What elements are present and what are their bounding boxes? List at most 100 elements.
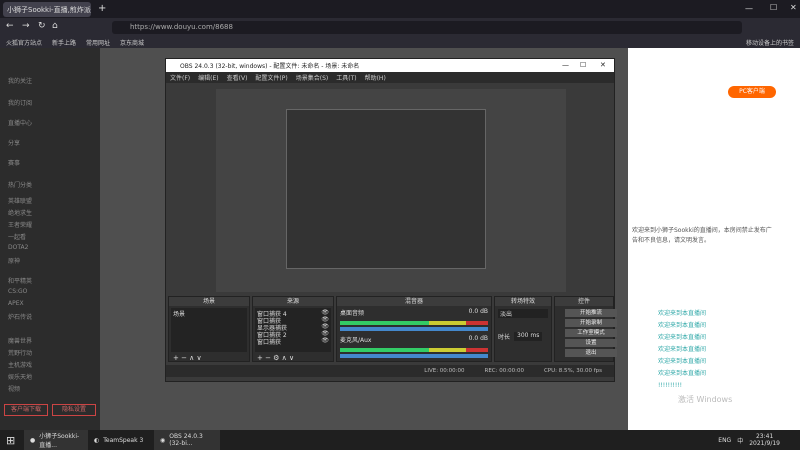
source-item[interactable]: 显示器捕获 👁 — [255, 322, 331, 332]
clock[interactable]: 23:41 2021/9/19 — [749, 433, 780, 447]
settings-button[interactable]: 设置 — [565, 339, 617, 347]
reload-icon[interactable]: ↻ — [38, 21, 46, 31]
obs-maximize-icon[interactable]: ☐ — [580, 61, 586, 69]
sidebar-item[interactable]: 娱乐天地 — [8, 372, 32, 381]
scene-item[interactable]: 场景 — [171, 308, 247, 318]
maximize-icon[interactable]: ☐ — [770, 3, 777, 12]
bookmark-3[interactable]: 常用网址 — [86, 38, 110, 47]
source-controls[interactable]: + − ⚙ ∧ ∨ — [253, 354, 333, 362]
minimize-icon[interactable]: — — [745, 4, 753, 13]
scene-controls[interactable]: + − ∧ ∨ — [169, 354, 249, 362]
device-bookmarks[interactable]: 移动设备上的书签 — [746, 38, 794, 47]
volume-meter — [340, 321, 488, 325]
sidebar-item[interactable]: 分享 — [8, 138, 20, 147]
sidebar-item[interactable]: APEX — [8, 300, 24, 307]
volume-meter — [340, 348, 488, 352]
mixer-header: 混音器 — [337, 297, 491, 306]
obs-icon: ◉ — [160, 436, 166, 444]
studio-mode-button[interactable]: 工作室模式 — [565, 329, 617, 337]
home-icon[interactable]: ⌂ — [52, 21, 58, 31]
teamspeak-icon: ◐ — [94, 436, 100, 444]
obs-close-icon[interactable]: ✕ — [600, 61, 606, 69]
volume-slider[interactable] — [340, 327, 488, 331]
sidebar-item[interactable]: 赛事 — [8, 158, 20, 167]
tab-title: 小狮子Sookki-直播,煎炸派行！ — [7, 5, 91, 14]
sidebar-item[interactable]: 一起看 — [8, 232, 26, 241]
start-streaming-button[interactable]: 开始推流 — [565, 309, 617, 317]
menu-help[interactable]: 帮助(H) — [365, 73, 386, 82]
mixer-dock: 混音器 桌面音频 0.0 dB 麦克风/Aux 0.0 dB — [336, 296, 492, 362]
obs-minimize-icon[interactable]: — — [562, 61, 569, 69]
bookmark-1[interactable]: 火狐官方站点 — [6, 38, 42, 47]
transitions-header: 转场特效 — [495, 297, 551, 306]
sidebar-item[interactable]: 英雄联盟 — [8, 196, 32, 205]
duration-input[interactable]: 300 ms — [514, 332, 543, 341]
start-icon[interactable]: ⊞ — [0, 430, 24, 450]
browser-tab[interactable]: 小狮子Sookki-直播,煎炸派行！✕ — [3, 2, 91, 17]
sources-dock: 来源 窗口捕获 4 👁 窗口捕获 👁 显示器捕获 👁 窗口捕获 2 👁 窗口捕获 👁 + … — [252, 296, 334, 362]
exit-button[interactable]: 退出 — [565, 349, 617, 357]
source-item[interactable]: 窗口捕获 👁 — [255, 336, 331, 346]
sidebar-item[interactable]: 和平精英 — [8, 276, 32, 285]
transition-select[interactable]: 淡出 — [498, 309, 548, 318]
menu-tools[interactable]: 工具(T) — [336, 73, 356, 82]
taskbar-app-firefox[interactable]: ● 小狮子Sookki-直播... — [24, 430, 88, 450]
new-tab-icon[interactable]: + — [98, 3, 106, 14]
bookmark-2[interactable]: 新手上路 — [52, 38, 76, 47]
chat-message: 欢迎来到本直播间 — [658, 358, 707, 365]
pc-client-badge[interactable]: PC客户端 — [728, 86, 776, 98]
taskbar-app-obs[interactable]: ◉ OBS 24.0.3 (32-bi... — [154, 430, 220, 450]
live-time: LIVE: 00:00:00 — [424, 368, 465, 374]
source-item[interactable]: 窗口捕获 2 👁 — [255, 329, 331, 339]
bookmark-4[interactable]: 京东商城 — [120, 38, 144, 47]
start-recording-button[interactable]: 开始录制 — [565, 319, 617, 327]
sources-header: 来源 — [253, 297, 333, 306]
sidebar-item[interactable]: 主机游戏 — [8, 360, 32, 369]
bookmarks-bar: 火狐官方站点 新手上路 常用网址 京东商城 移动设备上的书签 — [0, 36, 800, 48]
sidebar-item[interactable]: 魔兽世界 — [8, 336, 32, 345]
client-download-button[interactable]: 客户端下载 — [4, 404, 48, 416]
chat-message: 欢迎来到本直播间 — [658, 346, 707, 353]
url-bar[interactable]: https://www.douyu.com/8688 — [112, 21, 742, 34]
sidebar-item[interactable]: 荒野行动 — [8, 348, 32, 357]
mixer-channel-db: 0.0 dB — [468, 335, 488, 342]
mixer-channel-db: 0.0 dB — [468, 308, 488, 315]
lang-indicator[interactable]: ENG — [718, 437, 731, 444]
menu-profile[interactable]: 配置文件(P) — [255, 73, 287, 82]
mixer-channel-name: 麦克风/Aux — [340, 337, 372, 344]
tab-bar: 小狮子Sookki-直播,煎炸派行！✕ + — ☐ ✕ — [0, 0, 800, 18]
sidebar-item[interactable]: 直播中心 — [8, 118, 32, 127]
chat-message: 欢迎来到本直播间 — [658, 310, 707, 317]
chat-message: !!!!!!!!!! — [658, 382, 683, 389]
obs-preview[interactable] — [216, 89, 566, 292]
back-icon[interactable]: ← — [6, 21, 14, 31]
sidebar-item[interactable]: 我的订阅 — [8, 98, 32, 107]
chat-panel: PC客户端 欢迎来到小狮子Sookki的直播间，本房间禁止发布广告和不良信息，请… — [628, 48, 800, 430]
sidebar-item[interactable]: DOTA2 — [8, 244, 28, 251]
close-window-icon[interactable]: ✕ — [790, 3, 797, 12]
scenes-header: 场景 — [169, 297, 249, 306]
sidebar-item[interactable]: 王者荣耀 — [8, 220, 32, 229]
sidebar-item[interactable]: 绝地求生 — [8, 208, 32, 217]
controls-header: 控件 — [555, 297, 613, 306]
menu-scene-collection[interactable]: 场景集合(S) — [296, 73, 329, 82]
volume-slider[interactable] — [340, 354, 488, 358]
rec-time: REC: 00:00:00 — [484, 368, 524, 374]
privacy-button[interactable]: 隐私设置 — [52, 404, 96, 416]
sidebar-item[interactable]: 我的关注 — [8, 76, 32, 85]
taskbar: ⊞ ● 小狮子Sookki-直播... ◐ TeamSpeak 3 ◉ OBS 24.… — [0, 430, 800, 450]
menu-edit[interactable]: 编辑(E) — [198, 73, 218, 82]
menu-view[interactable]: 查看(V) — [227, 73, 248, 82]
ime-indicator[interactable]: 中 — [737, 436, 743, 445]
forward-icon[interactable]: → — [22, 21, 30, 31]
sidebar-item[interactable]: 视频 — [8, 384, 20, 393]
sidebar-item[interactable]: CS:GO — [8, 288, 27, 295]
menu-file[interactable]: 文件(F) — [170, 73, 190, 82]
chat-notice: 欢迎来到小狮子Sookki的直播间，本房间禁止发布广告和不良信息，请文明发言。 — [632, 227, 772, 244]
sidebar-item[interactable]: 热门分类 — [8, 180, 32, 189]
taskbar-app-teamspeak[interactable]: ◐ TeamSpeak 3 — [88, 430, 154, 450]
sidebar-item[interactable]: 炉石传说 — [8, 312, 32, 321]
source-item[interactable]: 窗口捕获 👁 — [255, 315, 331, 325]
sidebar-item[interactable]: 原神 — [8, 256, 20, 265]
source-item[interactable]: 窗口捕获 4 👁 — [255, 308, 331, 318]
